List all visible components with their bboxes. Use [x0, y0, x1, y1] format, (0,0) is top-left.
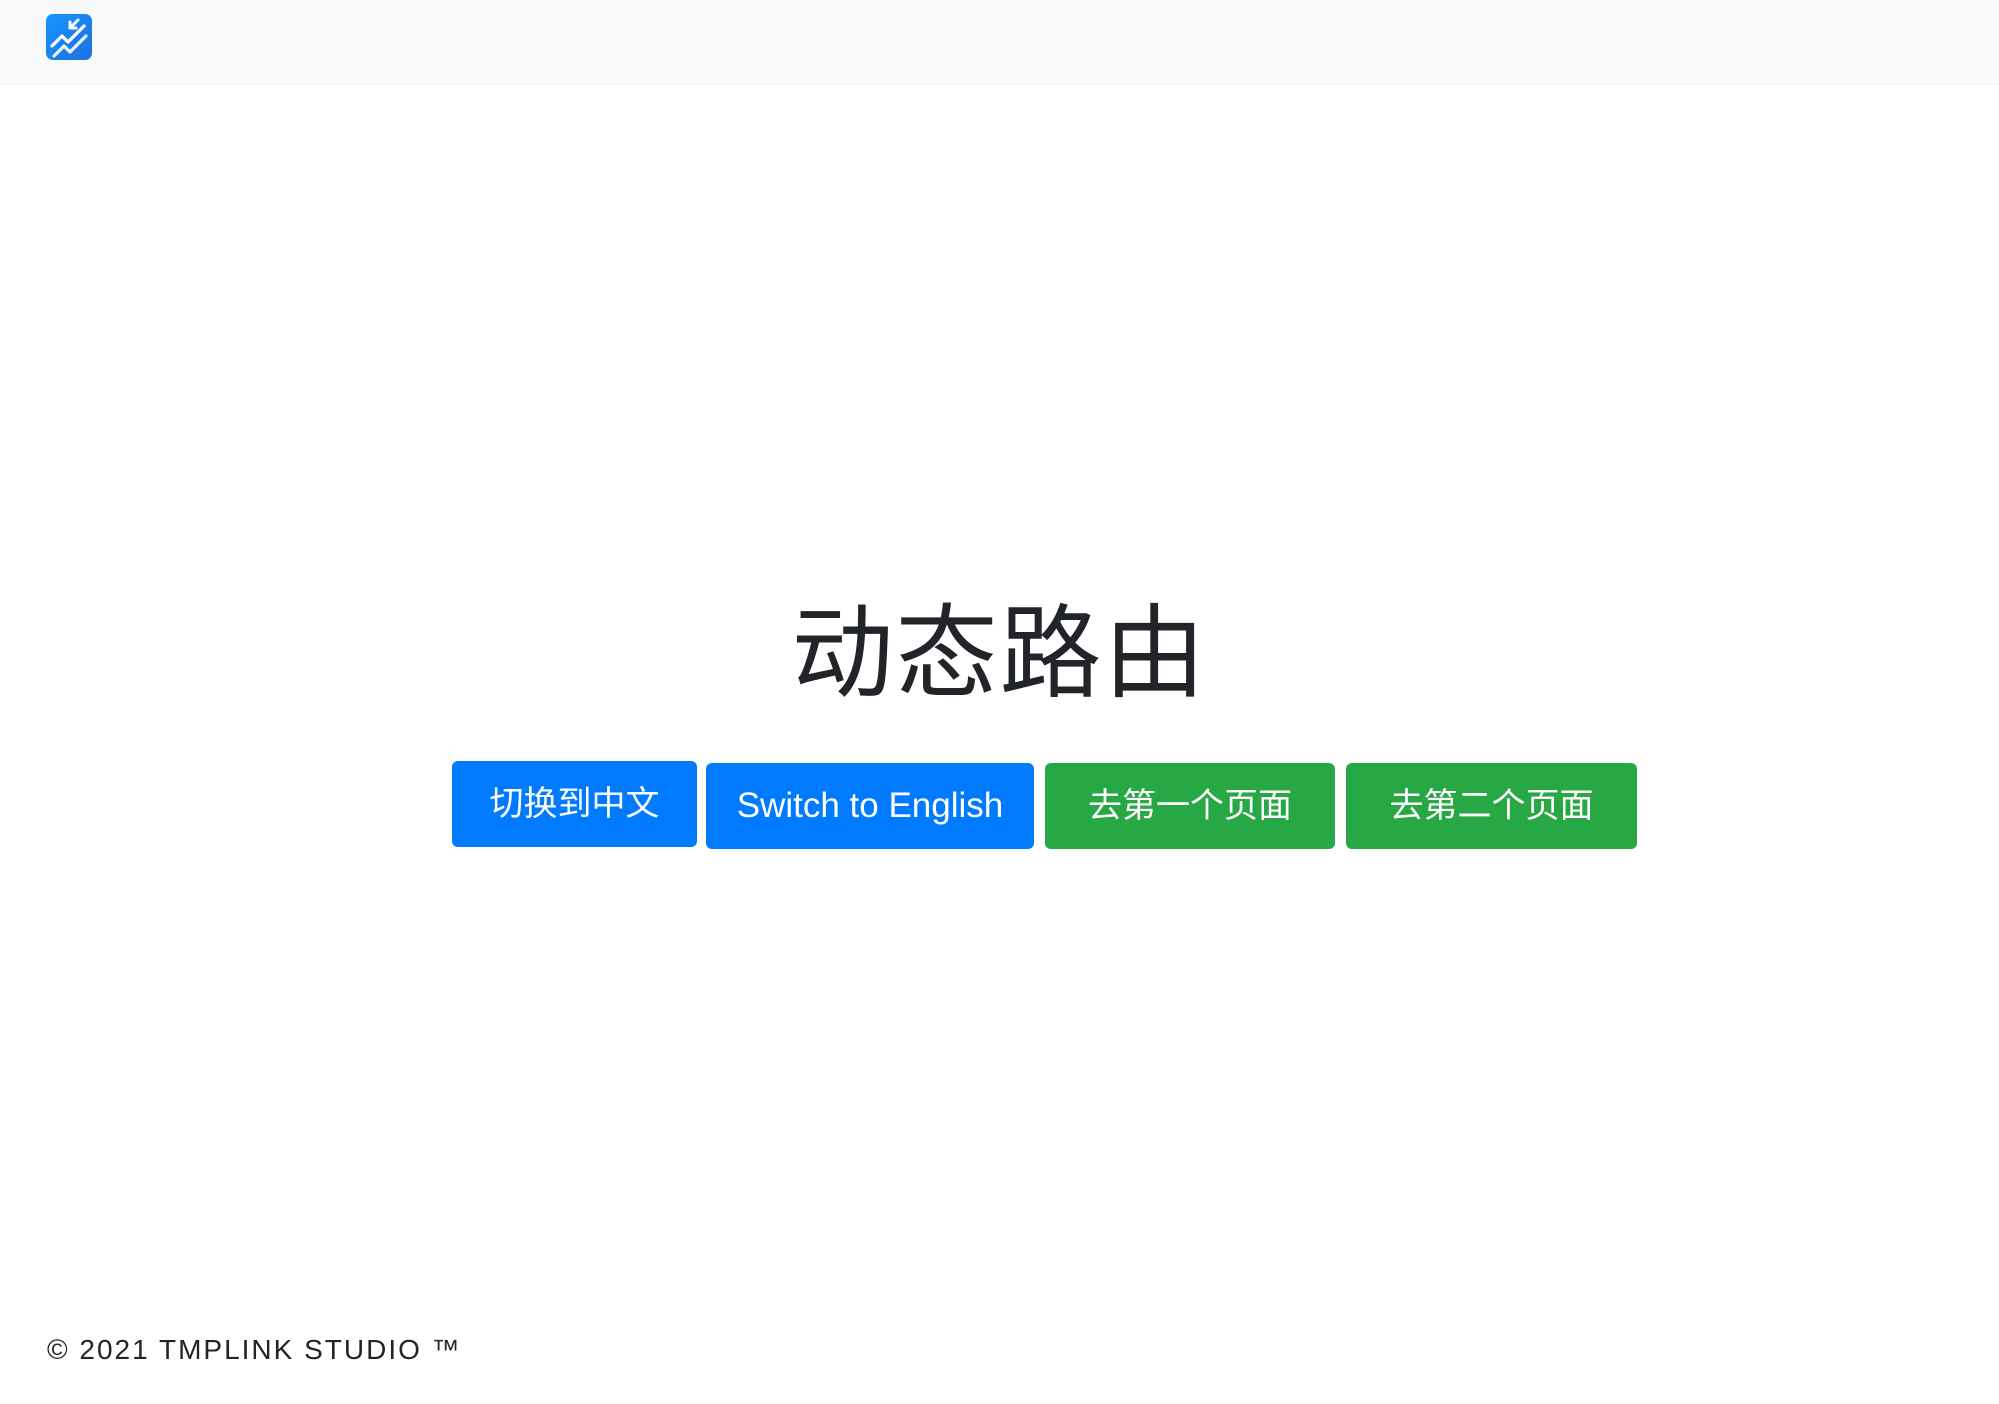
- route-arrows-logo-icon[interactable]: [46, 14, 92, 60]
- switch-to-english-button[interactable]: Switch to English: [706, 763, 1034, 849]
- switch-to-chinese-button[interactable]: 切换到中文: [452, 761, 697, 847]
- footer-copyright: © 2021 TMPLINK STUDIO ™: [47, 1334, 462, 1365]
- top-navbar: [0, 0, 1999, 85]
- go-second-page-button[interactable]: 去第二个页面: [1346, 763, 1637, 849]
- main-content: 动态路由 切换到中文 Switch to English 去第一个页面 去第二个…: [0, 84, 1999, 1320]
- button-group: 切换到中文 Switch to English 去第一个页面 去第二个页面: [0, 84, 1999, 1320]
- go-first-page-button[interactable]: 去第一个页面: [1045, 763, 1335, 849]
